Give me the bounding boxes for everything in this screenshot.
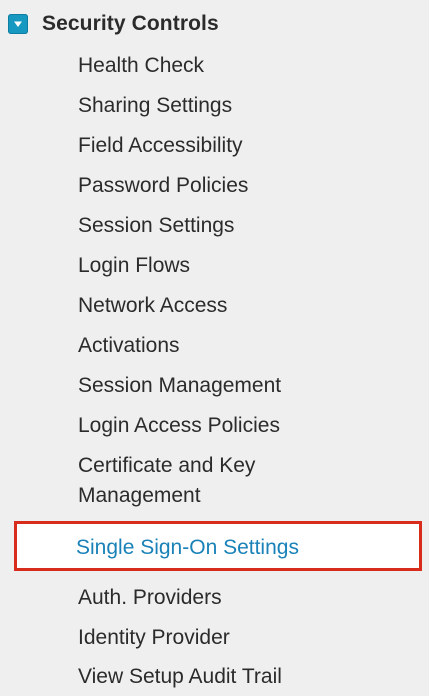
section-title: Security Controls (42, 12, 219, 35)
sidebar-item-view-setup-audit-trail[interactable]: View Setup Audit Trail (78, 662, 282, 692)
chevron-down-icon[interactable] (8, 14, 28, 34)
sidebar-item-network-access[interactable]: Network Access (78, 291, 227, 321)
chevron-down-glyph (14, 21, 22, 27)
section-header-security-controls[interactable]: Security Controls (8, 9, 219, 39)
setup-sidebar: Security Controls Health Check Sharing S… (0, 0, 429, 696)
sidebar-item-login-access-policies[interactable]: Login Access Policies (78, 411, 280, 441)
sidebar-item-certificate-and-key-management[interactable]: Certificate and Key Management (78, 451, 338, 511)
sidebar-item-auth-providers[interactable]: Auth. Providers (78, 583, 222, 613)
sidebar-item-login-flows[interactable]: Login Flows (78, 251, 190, 281)
sidebar-item-session-settings[interactable]: Session Settings (78, 211, 234, 241)
sidebar-item-activations[interactable]: Activations (78, 331, 180, 361)
sidebar-item-password-policies[interactable]: Password Policies (78, 171, 248, 201)
sidebar-item-sharing-settings[interactable]: Sharing Settings (78, 91, 232, 121)
sidebar-item-single-sign-on-settings[interactable]: Single Sign-On Settings (76, 533, 299, 563)
sidebar-item-health-check[interactable]: Health Check (78, 51, 204, 81)
sidebar-item-identity-provider[interactable]: Identity Provider (78, 623, 230, 653)
sidebar-item-session-management[interactable]: Session Management (78, 371, 281, 401)
sidebar-item-field-accessibility[interactable]: Field Accessibility (78, 131, 243, 161)
